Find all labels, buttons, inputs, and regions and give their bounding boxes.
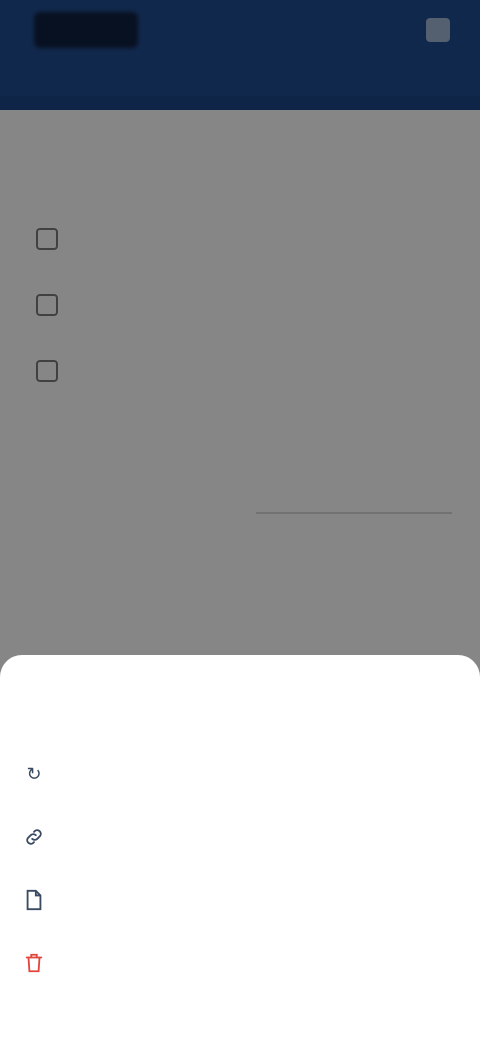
document-icon [22, 888, 46, 912]
refresh-icon: ↻ [26, 764, 42, 784]
delete-icon [22, 951, 46, 975]
menu-item-refresh[interactable]: ↻ [22, 753, 452, 795]
menu-item-document[interactable] [22, 879, 452, 921]
sheet-menu: ↻ [22, 753, 452, 1005]
menu-item-link[interactable] [22, 816, 452, 858]
menu-item-delete[interactable] [22, 942, 452, 984]
bottom-sheet: ↻ [0, 655, 480, 1040]
link-icon [22, 825, 46, 849]
